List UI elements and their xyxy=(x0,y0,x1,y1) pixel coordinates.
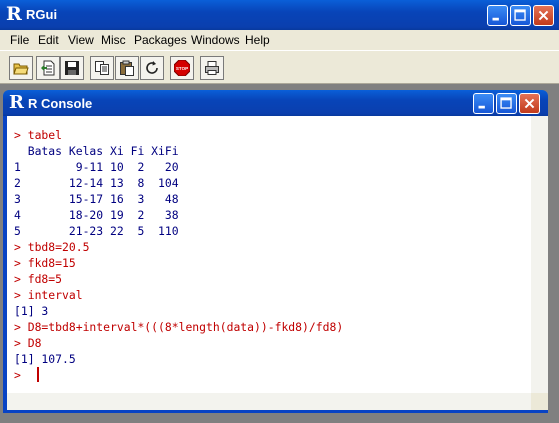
console-line: > tbd8=20.5 xyxy=(14,240,90,254)
menu-view[interactable]: View xyxy=(68,33,94,47)
load-workspace-button[interactable] xyxy=(36,56,60,80)
console-line: > tabel xyxy=(14,128,63,142)
copy-icon xyxy=(95,61,109,75)
console-line: 3 15-17 16 3 48 xyxy=(14,192,179,206)
maximize-button[interactable] xyxy=(510,5,531,26)
stop-label: STOP xyxy=(176,66,188,71)
app-title: RGui xyxy=(26,7,58,22)
maximize-icon xyxy=(514,9,526,21)
toolbar: STOP xyxy=(0,50,559,84)
console-close-button[interactable] xyxy=(519,93,540,114)
print-icon xyxy=(205,61,219,75)
open-script-button[interactable] xyxy=(9,56,33,80)
close-icon xyxy=(524,98,535,109)
horizontal-scrollbar[interactable] xyxy=(7,393,531,410)
console-line: 4 18-20 19 2 38 xyxy=(14,208,179,222)
console-minimize-button[interactable] xyxy=(473,93,494,114)
load-workspace-icon xyxy=(41,60,55,76)
text-cursor xyxy=(37,367,39,382)
console-line: [1] 107.5 xyxy=(14,352,76,366)
menu-packages[interactable]: Packages xyxy=(134,33,187,47)
resize-grip-icon[interactable] xyxy=(531,393,548,410)
console-maximize-button[interactable] xyxy=(496,93,517,114)
open-script-icon xyxy=(13,63,29,75)
minimize-icon xyxy=(492,17,499,21)
print-button[interactable] xyxy=(200,56,224,80)
minimize-button[interactable] xyxy=(487,5,508,26)
console-line: Batas Kelas Xi Fi XiFi xyxy=(14,144,179,158)
close-icon xyxy=(538,10,549,21)
console-titlebar[interactable]: R R Console xyxy=(3,90,548,116)
refresh-button[interactable] xyxy=(140,56,164,80)
console-line: 5 21-23 22 5 110 xyxy=(14,224,179,238)
close-button[interactable] xyxy=(533,5,554,26)
menu-windows[interactable]: Windows xyxy=(191,33,240,47)
refresh-icon xyxy=(146,61,158,74)
stop-icon: STOP xyxy=(174,60,190,76)
menu-bar: File Edit View Misc Packages Windows Hel… xyxy=(0,30,559,50)
console-line: > fkd8=15 xyxy=(14,256,76,270)
minimize-icon xyxy=(478,105,485,109)
app-titlebar[interactable]: R RGui xyxy=(0,0,559,30)
r-logo-icon: R xyxy=(6,3,22,25)
vertical-scrollbar[interactable] xyxy=(531,116,548,393)
console-line: > D8 xyxy=(14,336,42,350)
console-line: > interval xyxy=(14,288,83,302)
menu-edit[interactable]: Edit xyxy=(38,33,59,47)
maximize-icon xyxy=(500,97,512,109)
console-line: > D8=tbd8+interval*(((8*length(data))-fk… xyxy=(14,320,344,334)
console-prompt[interactable]: > xyxy=(14,367,28,383)
r-logo-icon: R xyxy=(9,92,24,113)
console-line: 1 9-11 10 2 20 xyxy=(14,160,179,174)
menu-help[interactable]: Help xyxy=(245,33,270,47)
copy-button[interactable] xyxy=(90,56,114,80)
menu-file[interactable]: File xyxy=(10,33,29,47)
console-output[interactable]: > tabel Batas Kelas Xi Fi XiFi 1 9-11 10… xyxy=(7,116,531,393)
save-icon xyxy=(65,61,79,75)
console-line: 2 12-14 13 8 104 xyxy=(14,176,179,190)
save-button[interactable] xyxy=(60,56,84,80)
console-line: > fd8=5 xyxy=(14,272,63,286)
console-title: R Console xyxy=(28,96,93,111)
console-line: [1] 3 xyxy=(14,304,49,318)
paste-icon xyxy=(120,60,134,76)
stop-button[interactable]: STOP xyxy=(170,56,194,80)
menu-misc[interactable]: Misc xyxy=(101,33,126,47)
paste-button[interactable] xyxy=(115,56,139,80)
